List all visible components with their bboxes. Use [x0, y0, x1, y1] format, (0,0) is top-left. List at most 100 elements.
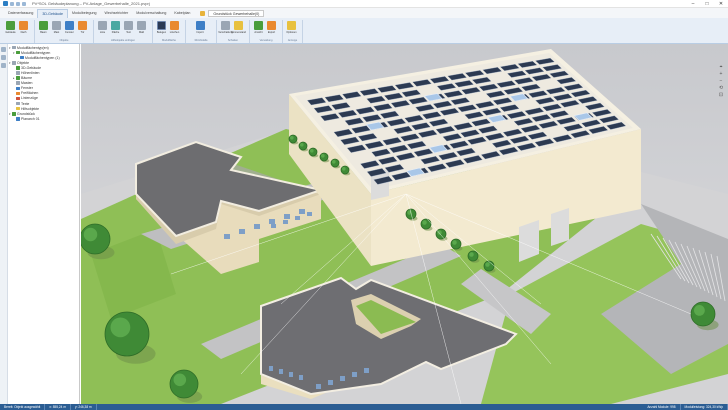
status-message: Bereit: Objekt ausgewählt — [0, 404, 46, 410]
ribbon-button-label: Text — [126, 31, 131, 34]
maximize-button[interactable]: □ — [700, 0, 714, 8]
tree-item-label: 3D-Gebäude — [21, 65, 42, 70]
door-icon — [78, 21, 87, 30]
tree-item-label: Freiflächen — [21, 91, 39, 96]
ribbon-tabs: Datenerfassung 3D-Gebäude Modulbelegung … — [0, 8, 728, 18]
ribbon-group-4: Import 3D-Modelle — [186, 20, 217, 43]
ribbon-button-label: Import — [196, 31, 204, 34]
tree-node-icon — [16, 96, 20, 101]
window-controls: – □ ✕ — [686, 0, 728, 8]
sun-button[interactable]: Sonnenstand — [231, 21, 246, 34]
tab-kabelplan[interactable]: Kabelplan — [170, 9, 194, 18]
status-coord-y: y: 246,38 m — [71, 404, 97, 410]
undo-icon[interactable] — [16, 1, 20, 6]
measure-button[interactable]: Maß — [136, 21, 147, 34]
module-button[interactable]: Belegen — [156, 21, 167, 34]
tree-item-label: Objekte — [17, 60, 30, 65]
redo-icon[interactable] — [22, 1, 26, 6]
export-button[interactable]: Export — [266, 21, 277, 34]
close-button[interactable]: ✕ — [714, 0, 728, 8]
window — [279, 369, 283, 374]
rotate-icon[interactable]: ⟲ — [719, 85, 723, 92]
ribbon-button-label: Optionen — [286, 31, 297, 34]
delete-button[interactable]: Löschen — [169, 21, 180, 34]
layers-icon[interactable] — [1, 55, 6, 60]
tree-node-icon — [16, 71, 20, 75]
tree-node-icon — [12, 61, 16, 65]
tree-button[interactable]: Baum — [38, 21, 49, 34]
line-button[interactable]: Linie — [97, 21, 108, 34]
door-button[interactable]: Tür — [77, 21, 88, 34]
tree-item-label: Masten — [21, 81, 33, 86]
orbit-icon[interactable]: ⌖ — [720, 64, 723, 71]
project-tree-panel: ▾ Modulflächentyp(en) ▾ Modulflächentypen Mo… — [0, 44, 80, 404]
tab-modulverschaltung[interactable]: Modulverschaltung — [132, 9, 170, 18]
shade-button[interactable]: Verschattung — [218, 21, 233, 34]
tree-highlight — [332, 160, 336, 164]
export-icon — [267, 21, 276, 30]
tree-item[interactable]: Planarch 01 — [9, 116, 79, 121]
tree-node-icon — [16, 86, 20, 91]
context-selector[interactable]: Grundstück Gewerbehalle(0) — [208, 10, 265, 17]
window — [352, 372, 357, 377]
zoom-in-icon[interactable]: + — [720, 71, 723, 78]
tab-modulbelegung[interactable]: Modulbelegung — [68, 9, 101, 18]
tree-highlight — [437, 230, 442, 235]
view-button[interactable]: Ansicht — [253, 21, 264, 34]
sun-icon — [234, 21, 243, 30]
status-bar: Bereit: Objekt ausgewählt x: 855,24 m y:… — [0, 404, 728, 410]
sidebar-tool-strip — [0, 44, 8, 404]
delete-icon — [170, 21, 179, 30]
title-bar: PV*SOL Gebäudeplanung – PV-Anlage_Gewerb… — [0, 0, 728, 8]
ribbon-button-label: Maß — [139, 31, 144, 34]
tree-highlight — [321, 154, 325, 158]
text-button[interactable]: Text — [123, 21, 134, 34]
area-button[interactable]: Fläche — [110, 21, 121, 34]
tree-item-label: Höhenlinien — [21, 71, 40, 76]
options-button[interactable]: Optionen — [286, 21, 297, 34]
tree-node-icon — [16, 91, 20, 96]
shade-icon — [221, 21, 230, 30]
status-coord-x: x: 855,24 m — [45, 404, 71, 410]
pole-button[interactable]: Mast — [51, 21, 62, 34]
tab-wechselrichter[interactable]: Wechselrichter — [101, 9, 133, 18]
tree-highlight — [110, 317, 131, 338]
tree-node-icon — [12, 112, 16, 116]
ribbon-group-caption: Schatten — [227, 39, 239, 42]
3d-scene[interactable] — [81, 44, 728, 404]
minimize-button[interactable]: – — [686, 0, 700, 8]
roof-button[interactable]: Dach — [18, 21, 29, 34]
view-icon — [254, 21, 263, 30]
text-icon — [124, 21, 133, 30]
tree-item-label: Grundstück — [17, 111, 35, 116]
window — [269, 366, 273, 371]
window — [224, 234, 230, 239]
3d-viewport[interactable]: ⌖ + − ⟲ ⊡ — [81, 44, 728, 404]
save-icon[interactable] — [10, 1, 14, 6]
favorite-icon[interactable] — [200, 11, 206, 16]
tree-highlight — [83, 227, 98, 242]
fit-view-icon[interactable]: ⊡ — [719, 92, 723, 99]
tab-3d-gebaeude[interactable]: 3D-Gebäude — [37, 9, 68, 18]
zoom-out-icon[interactable]: − — [720, 78, 723, 85]
window — [328, 380, 333, 385]
window — [271, 224, 276, 228]
window — [269, 219, 275, 224]
tree-item-label: Hilfsobjekte — [21, 106, 40, 111]
window — [295, 216, 300, 220]
tree-view-icon[interactable] — [1, 47, 6, 52]
window-title: PV*SOL Gebäudeplanung – PV-Anlage_Gewerb… — [32, 1, 150, 6]
ribbon-button-label: Baum — [40, 31, 47, 34]
building-button[interactable]: Gebäude — [5, 21, 16, 34]
tab-datenerfassung[interactable]: Datenerfassung — [4, 9, 37, 18]
import-button[interactable]: Import — [189, 21, 211, 34]
tree-highlight — [310, 149, 314, 153]
window — [289, 372, 293, 377]
properties-icon[interactable] — [1, 63, 6, 68]
app-window: PV*SOL Gebäudeplanung – PV-Anlage_Gewerb… — [0, 0, 728, 410]
window-button[interactable]: Fenster — [64, 21, 75, 34]
viewport-nav-tools: ⌖ + − ⟲ ⊡ — [717, 64, 725, 99]
window — [316, 384, 321, 389]
status-power: Modulleistung: 324,30 kWp — [681, 404, 728, 410]
ribbon-group-2: Linie Fläche Text Maß Hilfsobjekte einfügen — [94, 20, 153, 43]
